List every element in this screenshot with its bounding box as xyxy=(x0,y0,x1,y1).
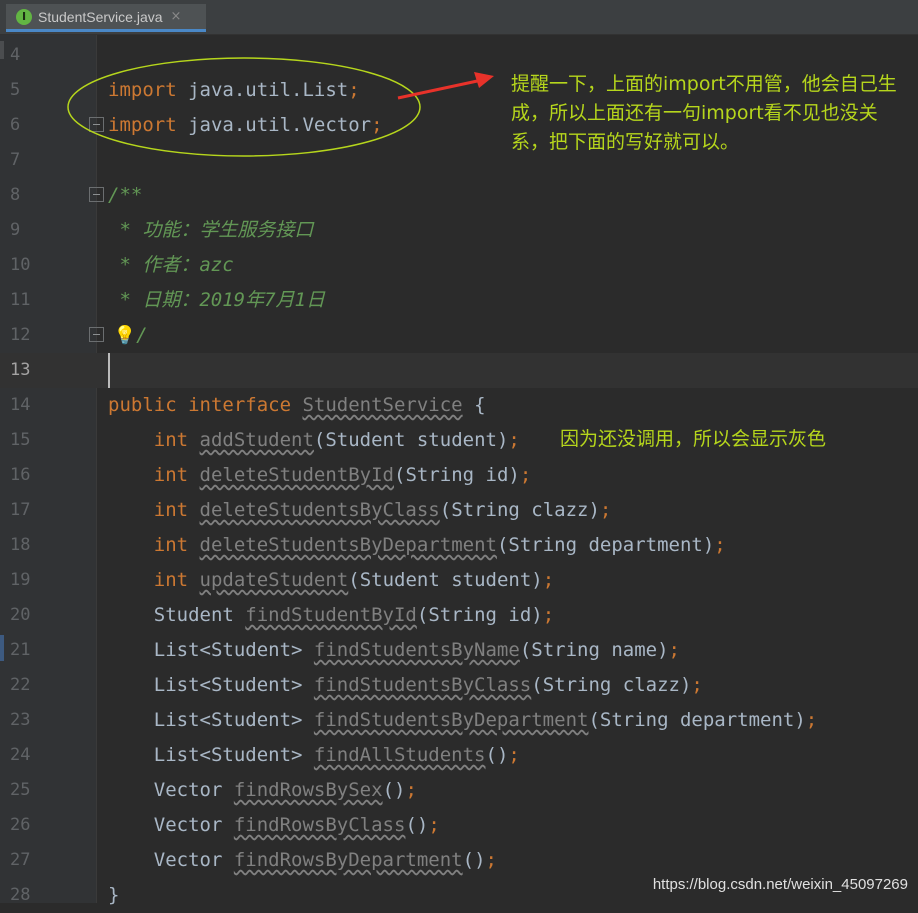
arrow-head-icon xyxy=(474,72,494,88)
annotation-overlay xyxy=(67,57,494,157)
watermark: https://blog.csdn.net/weixin_45097269 xyxy=(652,876,908,893)
import-highlight-ellipse xyxy=(67,57,421,157)
annotation-arrow xyxy=(397,78,483,100)
